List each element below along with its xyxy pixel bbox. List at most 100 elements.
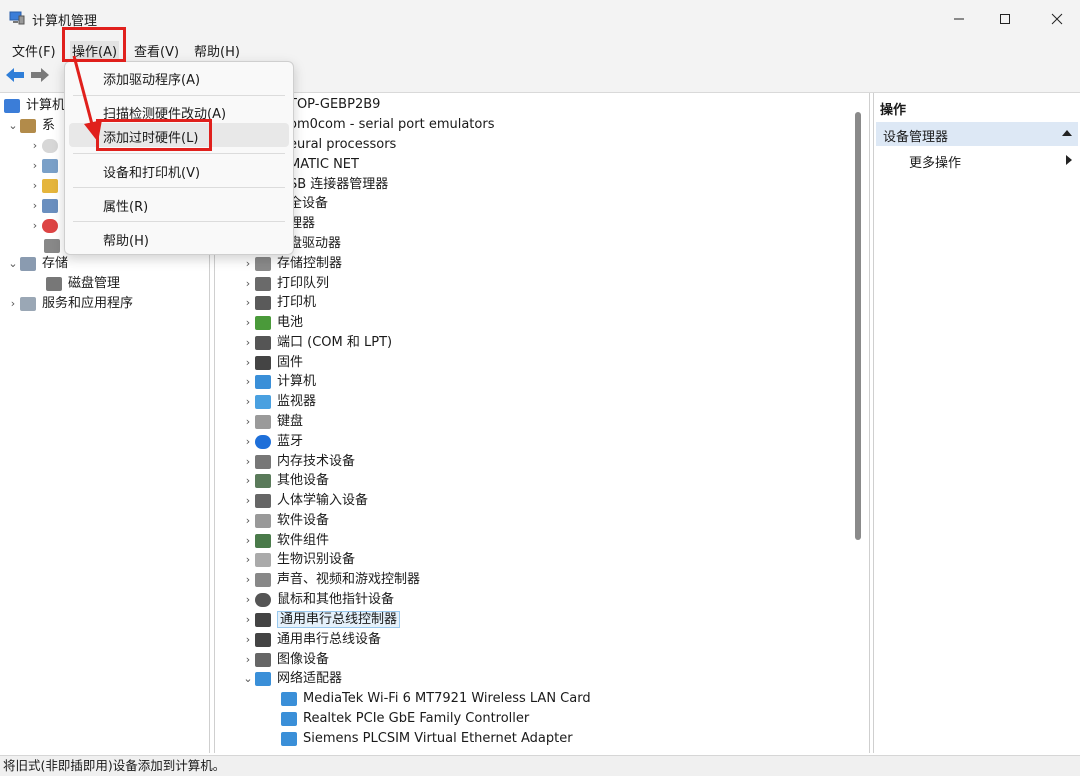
chevron-right-icon[interactable]: › [241, 432, 255, 452]
chevron-right-icon[interactable]: › [241, 392, 255, 412]
usb-device-icon [255, 632, 271, 647]
device-category[interactable]: › 鼠标和其他指针设备 [241, 590, 394, 610]
tree-root[interactable]: 计算机 [4, 96, 65, 116]
chevron-right-icon[interactable]: › [241, 550, 255, 570]
device-category[interactable]: › 端口 (COM 和 LPT) [241, 333, 392, 353]
tree-item-clock[interactable]: › [28, 136, 64, 156]
device-category[interactable]: › 计算机 [241, 372, 316, 392]
network-adapter-item[interactable]: Siemens PLCSIM Virtual Ethernet Adapter [281, 729, 573, 749]
tree-services[interactable]: › 服务和应用程序 [6, 294, 133, 314]
menu-item-properties[interactable]: 属性(R) [103, 196, 148, 215]
device-category[interactable]: om0com - serial port emulators [289, 115, 494, 135]
chevron-right-icon[interactable]: › [241, 254, 255, 274]
chevron-right-icon[interactable]: › [241, 590, 255, 610]
chevron-right-icon[interactable]: › [241, 491, 255, 511]
chevron-right-icon[interactable]: › [6, 294, 20, 314]
device-category[interactable]: › 生物识别设备 [241, 550, 355, 570]
device-category[interactable]: ⌄ 网络适配器 [241, 669, 342, 689]
device-category[interactable]: 全设备 [289, 194, 328, 214]
clock-icon [42, 138, 58, 153]
chevron-right-icon[interactable]: › [241, 650, 255, 670]
device-category[interactable]: › 其他设备 [241, 471, 329, 491]
collapse-up-icon[interactable] [1062, 129, 1072, 137]
device-category[interactable]: › 软件设备 [241, 511, 329, 531]
port-icon [255, 335, 271, 350]
device-category[interactable]: › 打印队列 [241, 274, 329, 294]
minimize-button[interactable] [936, 0, 982, 38]
device-category[interactable]: › 图像设备 [241, 650, 329, 670]
chevron-right-icon[interactable]: › [241, 511, 255, 531]
forward-arrow-icon[interactable] [30, 67, 50, 83]
chevron-right-icon[interactable]: › [241, 353, 255, 373]
tree-item-events[interactable]: › [28, 156, 64, 176]
chevron-down-icon[interactable]: ⌄ [6, 254, 20, 274]
battery-icon [255, 315, 271, 330]
chevron-down-icon[interactable]: ⌄ [241, 669, 255, 689]
menu-item-help[interactable]: 帮助(H) [103, 230, 149, 249]
menu-view[interactable]: 查看(V) [132, 41, 181, 60]
tree-storage[interactable]: ⌄ 存储 [6, 254, 68, 274]
maximize-button[interactable] [982, 0, 1028, 38]
device-category[interactable]: › 打印机 [241, 293, 316, 313]
chevron-right-icon[interactable]: › [241, 471, 255, 491]
network-adapter-item[interactable]: MediaTek Wi-Fi 6 MT7921 Wireless LAN Car… [281, 689, 591, 709]
chevron-right-icon[interactable]: › [241, 610, 255, 630]
chevron-right-icon[interactable]: › [28, 156, 42, 176]
device-category[interactable]: › 监视器 [241, 392, 316, 412]
device-category[interactable]: › 键盘 [241, 412, 303, 432]
device-category[interactable]: › 声音、视频和游戏控制器 [241, 570, 420, 590]
device-category[interactable]: › 人体学输入设备 [241, 491, 368, 511]
device-category[interactable]: 盘驱动器 [289, 234, 341, 254]
tree-system[interactable]: ⌄ 系 [6, 116, 55, 136]
device-category[interactable]: › 通用串行总线设备 [241, 630, 381, 650]
tree-item-users[interactable]: › [28, 196, 64, 216]
menu-item-add-driver[interactable]: 添加驱动程序(A) [103, 69, 200, 88]
chevron-right-icon[interactable]: › [241, 531, 255, 551]
device-category[interactable]: › 内存技术设备 [241, 452, 355, 472]
device-category[interactable]: eural processors [289, 135, 396, 155]
menu-file[interactable]: 文件(F) [10, 41, 58, 60]
network-adapter-item[interactable]: Realtek PCIe GbE Family Controller [281, 709, 529, 729]
device-category[interactable]: › 蓝牙 [241, 432, 303, 452]
chevron-right-icon[interactable]: › [28, 196, 42, 216]
hid-icon [255, 493, 271, 508]
chevron-right-icon[interactable]: › [241, 372, 255, 392]
device-category[interactable]: › 固件 [241, 353, 303, 373]
chevron-right-icon[interactable]: › [241, 630, 255, 650]
menu-separator [73, 221, 285, 222]
highlight-box-add-legacy [96, 119, 212, 151]
device-category[interactable]: SB 连接器管理器 [289, 175, 388, 195]
chevron-right-icon[interactable]: › [241, 313, 255, 333]
tree-item-devmgr[interactable] [44, 236, 66, 256]
tree-item-perf[interactable]: › [28, 216, 64, 236]
menu-item-devices-printers[interactable]: 设备和打印机(V) [103, 162, 200, 181]
device-category[interactable]: MATIC NET [289, 155, 359, 175]
chevron-right-icon[interactable]: › [28, 216, 42, 236]
device-category[interactable]: › 电池 [241, 313, 303, 333]
actions-header: 操作 [880, 103, 907, 118]
red-arrow-icon [72, 55, 102, 142]
chevron-right-icon[interactable]: › [241, 570, 255, 590]
back-arrow-icon[interactable] [5, 67, 25, 83]
chevron-down-icon[interactable]: ⌄ [6, 116, 20, 136]
menu-help[interactable]: 帮助(H) [192, 41, 242, 60]
network-adapter-icon [281, 731, 297, 746]
chevron-right-icon[interactable]: › [241, 293, 255, 313]
chevron-right-icon[interactable]: › [241, 412, 255, 432]
tree-disk-mgmt[interactable]: 磁盘管理 [46, 274, 120, 294]
more-actions[interactable]: 更多操作 [909, 152, 961, 171]
chevron-right-icon[interactable]: › [241, 452, 255, 472]
tree-item-shared[interactable]: › [28, 176, 64, 196]
device-root[interactable]: TOP-GEBP2B9 [289, 95, 380, 115]
chevron-right-icon[interactable]: › [241, 274, 255, 294]
network-adapter-icon [281, 711, 297, 726]
chevron-right-icon[interactable]: › [28, 136, 42, 156]
chevron-right-icon[interactable]: › [241, 333, 255, 353]
device-category[interactable]: › 存储控制器 [241, 254, 342, 274]
device-category-selected[interactable]: › 通用串行总线控制器 [241, 610, 401, 630]
menu-separator [73, 187, 285, 188]
device-category[interactable]: › 软件组件 [241, 531, 329, 551]
close-button[interactable] [1034, 0, 1080, 38]
chevron-right-icon[interactable]: › [28, 176, 42, 196]
vertical-scrollbar[interactable] [855, 112, 861, 540]
